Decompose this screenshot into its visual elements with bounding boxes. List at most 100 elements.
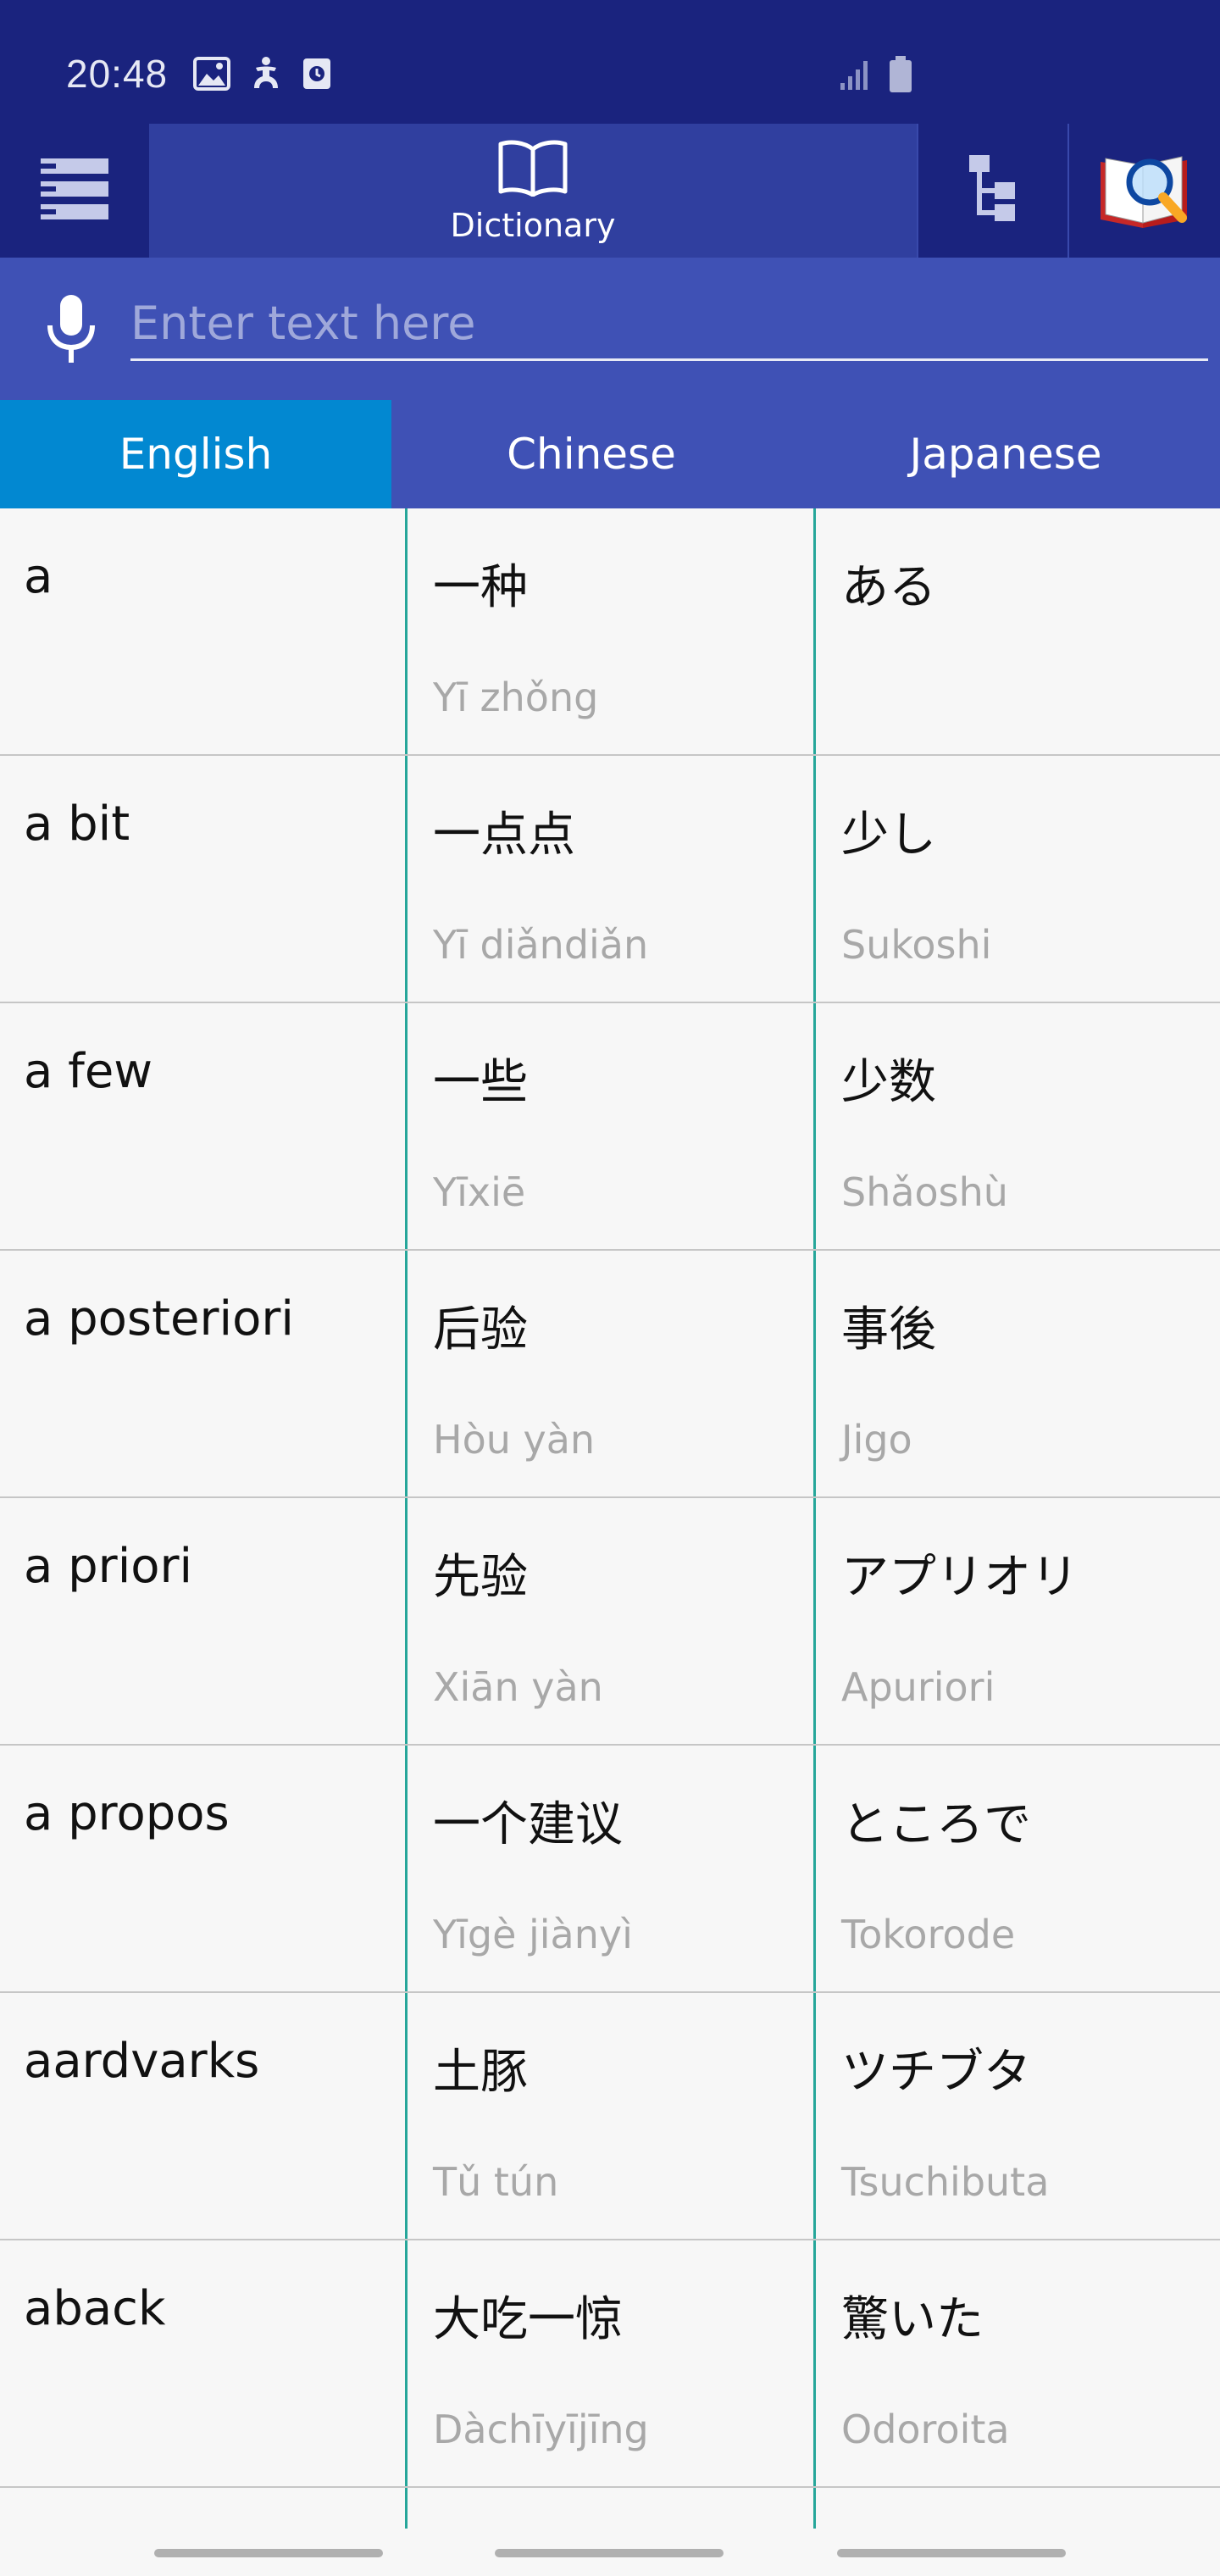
chinese-romanization: Tǔ tún	[433, 2159, 559, 2205]
list-item[interactable]: a propos 一个建议 Yīgè jiànyì ところで Tokorode	[0, 1746, 1220, 1993]
chinese-cell[interactable]: 土豚 Tǔ tún	[405, 1993, 813, 2239]
english-cell[interactable]: aardvarks	[0, 1993, 405, 2239]
japanese-cell[interactable]: ツチブタ Tsuchibuta	[813, 1993, 1220, 2239]
status-time: 20:48	[66, 52, 169, 96]
japanese-cell[interactable]: アプリオリ Apuriori	[813, 1498, 1220, 1744]
list-item[interactable]: a 一种 Yī zhǒng ある	[0, 508, 1220, 756]
tab-chinese[interactable]: Chinese	[391, 400, 791, 508]
status-bar: 20:48	[0, 0, 1220, 124]
chinese-word: 一点点	[433, 808, 575, 863]
chinese-romanization: Yīxiē	[433, 1169, 526, 1215]
chinese-word: 先验	[433, 1550, 528, 1605]
japanese-word: アプリオリ	[841, 1550, 1079, 1605]
search-input[interactable]	[130, 293, 1208, 361]
japanese-word: 事後	[841, 1302, 936, 1357]
chinese-romanization: Hòu yàn	[433, 1417, 596, 1463]
japanese-romanization: Odoroita	[841, 2407, 1010, 2452]
menu-button[interactable]	[0, 124, 149, 258]
japanese-cell[interactable]: ある	[813, 508, 1220, 754]
japanese-romanization: Apuriori	[841, 1664, 995, 1710]
book-search-button[interactable]	[1068, 124, 1220, 258]
tab-japanese-label: Japanese	[909, 430, 1102, 479]
japanese-cell[interactable]: 少し Sukoshi	[813, 756, 1220, 1002]
english-word: aback	[24, 2281, 166, 2336]
list-item[interactable]: a bit 一点点 Yī diǎndiǎn 少し Sukoshi	[0, 756, 1220, 1003]
japanese-word: 少数	[841, 1055, 936, 1110]
microphone-icon	[43, 293, 99, 369]
hierarchy-icon	[968, 153, 1018, 228]
japanese-cell	[813, 2488, 1220, 2529]
language-tabs: English Chinese Japanese	[0, 400, 1220, 508]
list-item[interactable]: aback 大吃一惊 Dàchīyījīng 驚いた Odoroita	[0, 2240, 1220, 2488]
english-cell[interactable]: a priori	[0, 1498, 405, 1744]
accessibility-icon	[249, 56, 283, 95]
chinese-cell[interactable]: 一种 Yī zhǒng	[405, 508, 813, 754]
english-word: a priori	[24, 1539, 193, 1594]
nav-recents-handle[interactable]	[154, 2549, 383, 2557]
japanese-romanization: Jigo	[841, 1417, 912, 1463]
list-item[interactable]: aardvarks 土豚 Tǔ tún ツチブタ Tsuchibuta	[0, 1993, 1220, 2240]
english-cell[interactable]: a propos	[0, 1746, 405, 1991]
clock-widget-icon	[302, 57, 332, 94]
japanese-romanization: Shǎoshù	[841, 1169, 1008, 1215]
english-word: a few	[24, 1044, 153, 1099]
japanese-word: ある	[841, 560, 936, 615]
english-cell[interactable]: a few	[0, 1003, 405, 1249]
english-cell[interactable]: a bit	[0, 756, 405, 1002]
menu-icon	[39, 157, 110, 225]
chinese-romanization: Xiān yàn	[433, 1664, 603, 1710]
nav-home-handle[interactable]	[495, 2549, 724, 2557]
chinese-cell[interactable]: 一个建议 Yīgè jiànyì	[405, 1746, 813, 1991]
japanese-cell[interactable]: 驚いた Odoroita	[813, 2240, 1220, 2486]
tab-japanese[interactable]: Japanese	[791, 400, 1220, 508]
chinese-word: 一个建议	[433, 1797, 623, 1852]
image-icon	[193, 57, 230, 94]
hierarchy-button[interactable]	[917, 124, 1068, 258]
list-item[interactable]: a few 一些 Yīxiē 少数 Shǎoshù	[0, 1003, 1220, 1251]
chinese-cell[interactable]: 一点点 Yī diǎndiǎn	[405, 756, 813, 1002]
japanese-romanization: Tokorode	[841, 1912, 1016, 1957]
japanese-word: ところで	[841, 1797, 1031, 1852]
japanese-romanization: Tsuchibuta	[841, 2159, 1050, 2205]
word-list[interactable]: a 一种 Yī zhǒng ある a bit 一点点 Yī diǎndiǎn 少し S…	[0, 508, 1220, 2529]
chinese-romanization: Yīgè jiànyì	[433, 1912, 633, 1957]
chinese-word: 一种	[433, 560, 528, 615]
japanese-word: ツチブタ	[841, 2045, 1031, 2100]
japanese-cell[interactable]: 事後 Jigo	[813, 1251, 1220, 1496]
japanese-word: 少し	[841, 808, 936, 863]
voice-input-button[interactable]	[37, 293, 105, 369]
chinese-word: 一些	[433, 1055, 528, 1110]
english-word: a	[24, 549, 53, 604]
chinese-cell[interactable]: 一些 Yīxiē	[405, 1003, 813, 1249]
japanese-cell[interactable]: 少数 Shǎoshù	[813, 1003, 1220, 1249]
japanese-word: 驚いた	[841, 2292, 984, 2347]
list-item-partial	[0, 2488, 1220, 2529]
english-cell[interactable]: a	[0, 508, 405, 754]
chinese-cell[interactable]: 先验 Xiān yàn	[405, 1498, 813, 1744]
english-word: aardvarks	[24, 2034, 260, 2089]
chinese-word: 后验	[433, 1302, 528, 1357]
english-cell[interactable]: a posteriori	[0, 1251, 405, 1496]
chinese-cell[interactable]: 大吃一惊 Dàchīyījīng	[405, 2240, 813, 2486]
battery-icon	[888, 56, 913, 97]
signal-icon	[839, 58, 871, 95]
chinese-word: 大吃一惊	[433, 2292, 623, 2347]
list-item[interactable]: a posteriori 后验 Hòu yàn 事後 Jigo	[0, 1251, 1220, 1498]
tab-dictionary-label: Dictionary	[450, 207, 616, 244]
english-word: a bit	[24, 797, 130, 852]
chinese-cell[interactable]: 后验 Hòu yàn	[405, 1251, 813, 1496]
tab-english-label: English	[119, 430, 273, 479]
search-bar	[0, 258, 1220, 400]
navigation-bar	[0, 2529, 1220, 2576]
chinese-cell	[405, 2488, 813, 2529]
chinese-romanization: Yī diǎndiǎn	[433, 922, 649, 968]
japanese-cell[interactable]: ところで Tokorode	[813, 1746, 1220, 1991]
chinese-romanization: Dàchīyījīng	[433, 2407, 649, 2452]
chinese-word: 土豚	[433, 2045, 528, 2100]
english-cell[interactable]: aback	[0, 2240, 405, 2486]
tab-dictionary[interactable]: Dictionary	[149, 124, 917, 258]
list-item[interactable]: a priori 先验 Xiān yàn アプリオリ Apuriori	[0, 1498, 1220, 1746]
top-toolbar: Dictionary	[0, 124, 1220, 258]
nav-back-handle[interactable]	[837, 2549, 1066, 2557]
tab-english[interactable]: English	[0, 400, 391, 508]
